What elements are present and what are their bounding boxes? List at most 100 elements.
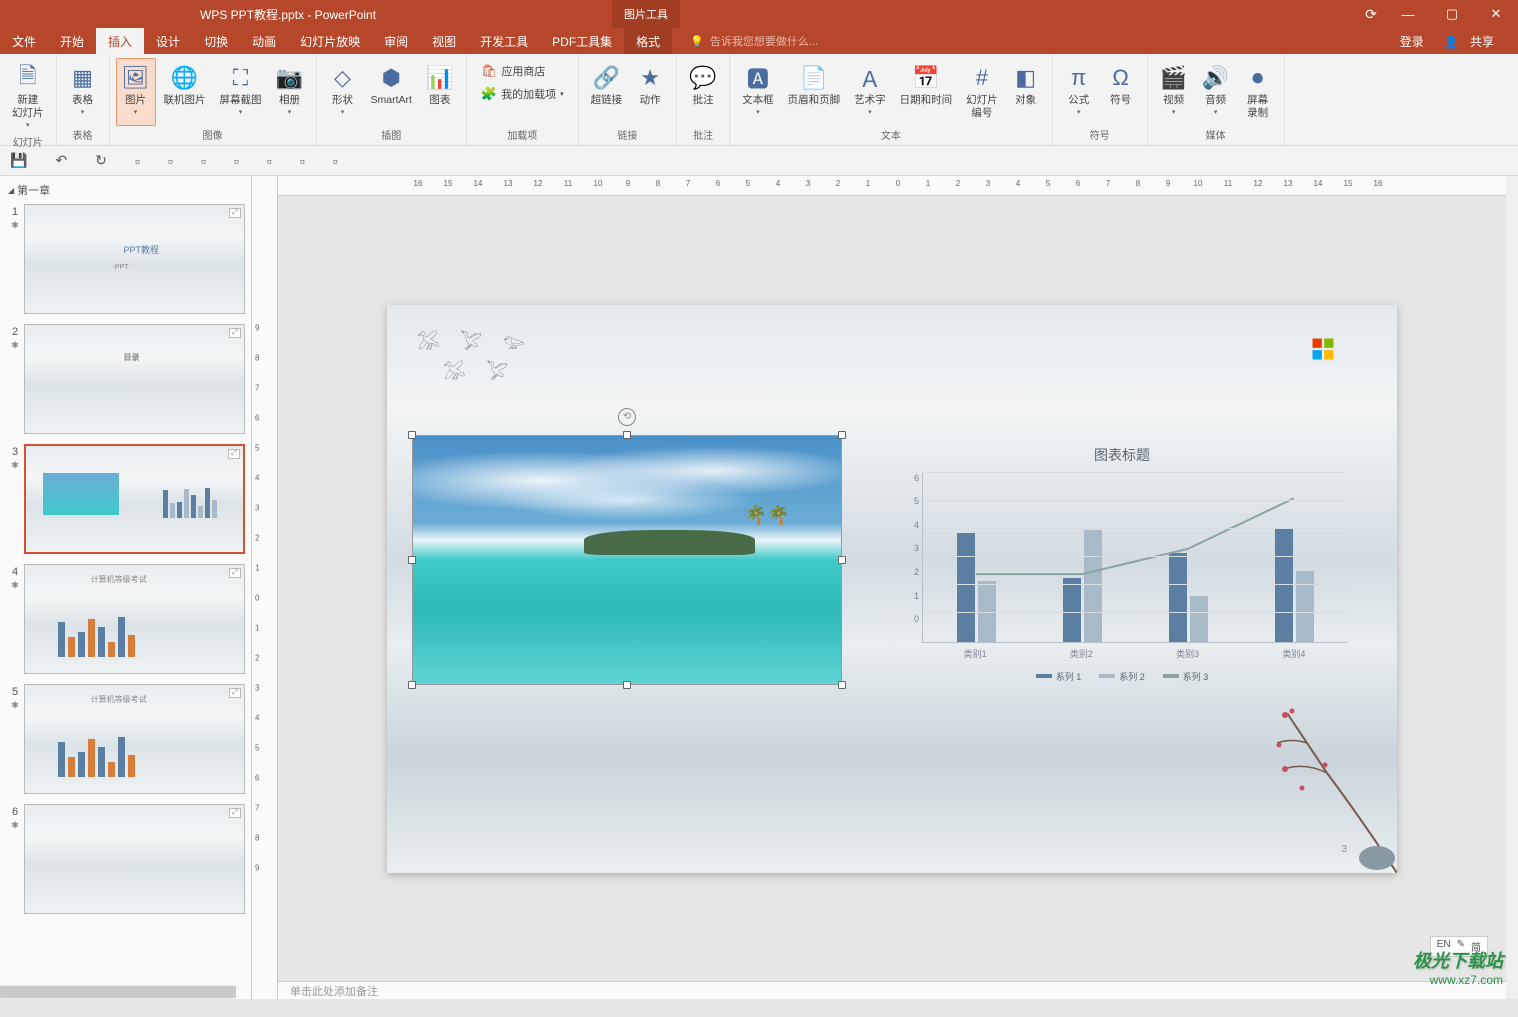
comment-button[interactable]: 💬批注 [683, 58, 723, 126]
slide-thumbnail-6[interactable]: ⤢ [24, 804, 245, 914]
slide-number-button[interactable]: #幻灯片编号 [960, 58, 1004, 126]
equation-button[interactable]: π公式▾ [1059, 58, 1099, 126]
store-button[interactable]: 🛍应用商店 [475, 60, 570, 82]
hyperlink-button[interactable]: 🔗超链接 [585, 58, 629, 126]
notes-pane[interactable]: 单击此处添加备注 [278, 981, 1506, 999]
autosave-icon[interactable]: ⟳ [1356, 0, 1386, 28]
hyperlink-icon: 🔗 [592, 64, 620, 92]
canvas-area[interactable]: 𓅮 𓅯 𓅰 𓅮 𓅯 🌴🌴 ⟲ [278, 196, 1506, 981]
thumb-scrollbar[interactable] [0, 985, 236, 999]
date-time-button[interactable]: 📅日期和时间 [894, 58, 959, 126]
section-header[interactable]: ◢ 第一章 [0, 176, 251, 204]
group-label: 媒体 [1206, 126, 1226, 143]
chart-object[interactable]: 图表标题 0123456 类别1类别2类别3类别4 系列 1系列 2系列 3 [897, 445, 1347, 695]
header-footer-button[interactable]: 📄页眉和页脚 [782, 58, 847, 126]
new-slide-button[interactable]: 🗎新建幻灯片▾ [6, 58, 50, 133]
qat-icon-4[interactable]: ▫ [234, 153, 239, 169]
resize-handle-bl[interactable] [408, 681, 416, 689]
login-button[interactable]: 登录 [1392, 33, 1432, 50]
group-label: 图像 [203, 126, 223, 143]
share-button[interactable]: 👤 共享 [1436, 33, 1510, 50]
qat-icon-3[interactable]: ▫ [201, 153, 206, 169]
minimize-button[interactable]: — [1386, 0, 1430, 28]
chart-legend: 系列 1系列 2系列 3 [897, 670, 1347, 683]
save-icon[interactable]: 💾 [10, 152, 27, 169]
tab-插入[interactable]: 插入 [96, 28, 144, 54]
thumb-collapse-icon[interactable]: ⤢ [228, 449, 240, 459]
screen-record-button[interactable]: ⏺屏幕录制 [1238, 58, 1278, 126]
close-button[interactable]: ✕ [1474, 0, 1518, 28]
tab-设计[interactable]: 设计 [144, 28, 192, 54]
screenshot-button[interactable]: ⛶屏幕截图▾ [214, 58, 268, 126]
qat-icon-6[interactable]: ▫ [300, 153, 305, 169]
action-button[interactable]: ★动作 [630, 58, 670, 126]
resize-handle-bm[interactable] [623, 681, 631, 689]
resize-handle-tm[interactable] [623, 431, 631, 439]
online-picture-button[interactable]: 🌐联机图片 [158, 58, 212, 126]
quick-access-toolbar: 💾 ↶ ↻ ▫ ▫ ▫ ▫ ▫ ▫ ▫ [0, 146, 1518, 176]
resize-handle-br[interactable] [838, 681, 846, 689]
shapes-button[interactable]: ◇形状▾ [323, 58, 363, 126]
redo-icon[interactable]: ↻ [95, 152, 107, 169]
lightbulb-icon: 💡 [690, 35, 704, 48]
thumb-collapse-icon[interactable]: ⤢ [229, 568, 241, 578]
thumb-collapse-icon[interactable]: ⤢ [229, 208, 241, 218]
tab-PDF工具集[interactable]: PDF工具集 [540, 28, 624, 54]
slide-thumbnail-2[interactable]: ⤢目录 [24, 324, 245, 434]
resize-handle-tl[interactable] [408, 431, 416, 439]
smartart-button[interactable]: ⬢SmartArt [365, 58, 418, 126]
slide-thumbnail-4[interactable]: ⤢计算机等级考试 [24, 564, 245, 674]
thumb-collapse-icon[interactable]: ⤢ [229, 328, 241, 338]
tab-切换[interactable]: 切换 [192, 28, 240, 54]
textbox-button[interactable]: 🅰文本框▾ [736, 58, 780, 126]
store-icon: 🛍 [481, 63, 498, 79]
picture-button[interactable]: 🖼图片▾ [116, 58, 156, 126]
object-button[interactable]: ◧对象 [1006, 58, 1046, 126]
ime-status[interactable]: EN✎简 [1430, 936, 1488, 957]
slide-thumbnail-1[interactable]: ⤢PPT教程-PPT [24, 204, 245, 314]
audio-button[interactable]: 🔊音频▾ [1196, 58, 1236, 126]
tab-幻灯片放映[interactable]: 幻灯片放映 [288, 28, 372, 54]
video-button[interactable]: 🎬视频▾ [1154, 58, 1194, 126]
group-label: 符号 [1090, 126, 1110, 143]
tab-审阅[interactable]: 审阅 [372, 28, 420, 54]
symbol-button[interactable]: Ω符号 [1101, 58, 1141, 126]
group-label: 加载项 [507, 126, 537, 143]
thumb-collapse-icon[interactable]: ⤢ [229, 808, 241, 818]
object-icon: ◧ [1012, 64, 1040, 92]
contextual-tab-label: 图片工具 [612, 0, 680, 28]
textbox-icon: 🅰 [744, 64, 772, 92]
tell-me-search[interactable]: 💡 告诉我您想要做什么... [690, 28, 818, 54]
undo-icon[interactable]: ↶ [55, 152, 67, 169]
slide-thumbnail-5[interactable]: ⤢计算机等级考试 [24, 684, 245, 794]
tab-format[interactable]: 格式 [624, 28, 672, 54]
resize-handle-mr[interactable] [838, 556, 846, 564]
wordart-button[interactable]: Ａ艺术字▾ [848, 58, 892, 126]
qat-icon-1[interactable]: ▫ [135, 153, 140, 169]
tab-开发工具[interactable]: 开发工具 [468, 28, 540, 54]
rotate-handle[interactable]: ⟲ [618, 408, 636, 426]
tab-视图[interactable]: 视图 [420, 28, 468, 54]
chart-button[interactable]: 📊图表 [420, 58, 460, 126]
qat-icon-5[interactable]: ▫ [267, 153, 272, 169]
thumb-collapse-icon[interactable]: ⤢ [229, 688, 241, 698]
tab-文件[interactable]: 文件 [0, 28, 48, 54]
inserted-image[interactable]: 🌴🌴 ⟲ [412, 435, 842, 685]
maximize-button[interactable]: ▢ [1430, 0, 1474, 28]
my-addins-icon: 🧩 [481, 86, 497, 102]
table-button[interactable]: ▦表格▾ [63, 58, 103, 126]
tab-开始[interactable]: 开始 [48, 28, 96, 54]
album-button[interactable]: 📷相册▾ [270, 58, 310, 126]
tab-动画[interactable]: 动画 [240, 28, 288, 54]
my-addins-button[interactable]: 🧩我的加载项 ▾ [475, 83, 570, 105]
slide-thumbnail-3[interactable]: ⤢ [24, 444, 245, 554]
slide-canvas[interactable]: 𓅮 𓅯 𓅰 𓅮 𓅯 🌴🌴 ⟲ [387, 305, 1397, 873]
resize-handle-tr[interactable] [838, 431, 846, 439]
resize-handle-ml[interactable] [408, 556, 416, 564]
qat-icon-2[interactable]: ▫ [168, 153, 173, 169]
vertical-scrollbar[interactable] [1506, 176, 1518, 999]
section-name: 第一章 [17, 182, 50, 198]
workspace: ◢ 第一章 1✱⤢PPT教程-PPT2✱⤢目录3✱⤢4✱⤢计算机等级考试5✱⤢计… [0, 176, 1518, 999]
qat-icon-7[interactable]: ▫ [333, 153, 338, 169]
wordart-icon: Ａ [856, 64, 884, 92]
